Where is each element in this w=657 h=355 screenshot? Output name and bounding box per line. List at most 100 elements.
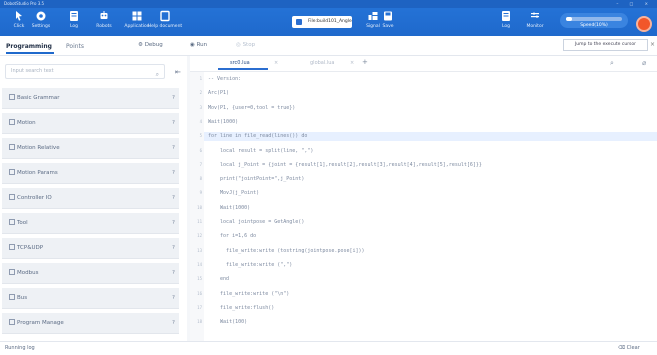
help-icon[interactable]: ?: [172, 263, 175, 284]
help-icon[interactable]: ?: [172, 213, 175, 234]
speed-fill: [566, 17, 572, 21]
help-icon[interactable]: ?: [172, 138, 175, 159]
search-input[interactable]: Input search text ⌕: [5, 64, 165, 79]
expand-icon: [9, 244, 15, 250]
line-number: 13: [197, 247, 202, 253]
run-button[interactable]: ◉ Run: [190, 42, 207, 48]
settings-button[interactable]: Settings: [24, 10, 58, 29]
sidebar-category[interactable]: Motion?: [2, 113, 179, 134]
sidebar-category[interactable]: Modbus?: [2, 263, 179, 284]
sidebar-category[interactable]: Basic Grammar?: [2, 88, 179, 109]
debug-button[interactable]: ⚙ Debug: [138, 42, 163, 48]
code-line[interactable]: local j_Point = {joint = {result[1],resu…: [208, 162, 482, 168]
find-icon[interactable]: ⌕: [610, 59, 614, 68]
status-bar: Running log ⌫ Clear: [0, 341, 657, 355]
code-line[interactable]: print("jointPoint=",j_Point): [208, 176, 304, 182]
debug-icon: ⚙: [138, 42, 143, 48]
code-line[interactable]: file_write:write (tostring(jointpose.pos…: [208, 248, 365, 254]
expand-icon: [9, 269, 15, 275]
help-icon[interactable]: ?: [172, 188, 175, 209]
code-line[interactable]: Wait(100): [208, 319, 247, 325]
code-line[interactable]: -- Version:: [208, 76, 241, 82]
code-line[interactable]: file_write:flush(): [208, 305, 274, 311]
line-number: 18: [197, 319, 202, 325]
sidebar-category[interactable]: Program Manage?: [2, 313, 179, 334]
sidebar-category[interactable]: TCP&UDP?: [2, 238, 179, 259]
running-log-label: Running log: [5, 345, 35, 351]
sidebar-category[interactable]: Motion Relative?: [2, 138, 179, 159]
emergency-stop-button[interactable]: [636, 16, 652, 32]
sidebar-category[interactable]: Bus?: [2, 288, 179, 309]
code-line[interactable]: file_write:write ("\n"): [208, 291, 289, 297]
sidebar-category[interactable]: Tool?: [2, 213, 179, 234]
editor-tab-global[interactable]: global.lua: [310, 60, 334, 66]
jump-to-cursor-button[interactable]: Jump to the execute cursor: [563, 39, 648, 51]
monitor-button[interactable]: Monitor: [518, 10, 552, 29]
editor-tab-close-icon[interactable]: ×: [274, 60, 278, 66]
code-line[interactable]: Wait(1000): [208, 205, 250, 211]
line-number: 8: [199, 176, 202, 182]
close-panel-button[interactable]: ×: [650, 41, 655, 48]
code-line[interactable]: Wait(1000): [208, 119, 238, 125]
tab-points[interactable]: Points: [66, 43, 84, 50]
help-icon[interactable]: ?: [172, 163, 175, 184]
format-icon[interactable]: ⌀: [642, 59, 646, 67]
clear-log-button[interactable]: ⌫ Clear: [618, 342, 640, 355]
collapse-sidebar-icon[interactable]: ⇤: [175, 68, 181, 76]
code-line[interactable]: local result = split(line, ","): [208, 148, 313, 154]
help-icon[interactable]: ?: [172, 113, 175, 134]
code-editor: src0.lua × global.lua × + ⌕ ⌀ 1 -- Versio…: [190, 56, 657, 341]
expand-icon: [9, 144, 15, 150]
editor-tab-src0[interactable]: src0.lua: [218, 60, 268, 70]
expand-icon: [9, 319, 15, 325]
speed-track[interactable]: [566, 17, 622, 21]
save-button[interactable]: Save: [371, 10, 405, 29]
code-line[interactable]: MovJ(j_Point): [208, 190, 259, 196]
line-number: 3: [199, 104, 202, 110]
line-number: 10: [197, 204, 202, 210]
expand-icon: [9, 194, 15, 200]
code-line[interactable]: Mov(P1, {user=0,tool = true}): [208, 105, 295, 111]
expand-icon: [9, 94, 15, 100]
monitor-icon: [531, 12, 539, 18]
line-number: 6: [199, 147, 202, 153]
current-file-box[interactable]: File:build101_Angle: [292, 16, 352, 28]
editor-tab-bar: src0.lua × global.lua × + ⌕ ⌀: [190, 56, 657, 72]
line-number: 2: [199, 90, 202, 96]
log-button[interactable]: Log: [57, 10, 91, 29]
add-tab-icon[interactable]: +: [362, 58, 368, 66]
robot-icon: [100, 11, 108, 19]
code-line[interactable]: for i=1,6 do: [208, 233, 256, 239]
code-line[interactable]: end: [208, 276, 229, 282]
editor-tab-close-icon[interactable]: ×: [350, 60, 354, 66]
line-number: 7: [199, 161, 202, 167]
tab-programming[interactable]: Programming: [6, 43, 54, 54]
speed-slider[interactable]: Speed(10%): [560, 13, 628, 28]
stop-button[interactable]: ◎ Stop: [236, 42, 255, 48]
help-icon[interactable]: ?: [172, 288, 175, 309]
help-document-button[interactable]: Help document: [148, 10, 182, 29]
save-icon: [384, 11, 392, 21]
run-icon: ◉: [190, 42, 195, 48]
code-line[interactable]: file_write:write (","): [208, 262, 292, 268]
line-number: 15: [197, 276, 202, 282]
sidebar-category[interactable]: Motion Params?: [2, 163, 179, 184]
help-icon[interactable]: ?: [172, 313, 175, 334]
code-line[interactable]: local jointpose = GetAngle(): [208, 219, 304, 225]
window-titlebar: DobotStudio Pro 3.5 – □ ×: [0, 0, 657, 8]
line-number: 5: [199, 133, 202, 139]
expand-icon: [9, 219, 15, 225]
window-title: DobotStudio Pro 3.5: [4, 1, 45, 6]
gear-icon: [36, 11, 46, 21]
robots-button[interactable]: Robots: [87, 10, 121, 29]
broom-icon: ⌫: [618, 345, 626, 351]
sidebar-category[interactable]: Controller IO?: [2, 188, 179, 209]
help-icon[interactable]: ?: [172, 238, 175, 259]
code-line[interactable]: for line in file_read(lines()) do: [208, 133, 307, 139]
line-number: 11: [197, 219, 202, 224]
help-icon[interactable]: ?: [172, 88, 175, 109]
code-line[interactable]: Arc(P1): [208, 90, 229, 96]
main-tab-row: Programming Points ⚙ Debug ◉ Run ◎ Stop …: [0, 36, 657, 56]
window-controls[interactable]: – □ ×: [616, 0, 653, 8]
log-icon: [70, 11, 78, 21]
